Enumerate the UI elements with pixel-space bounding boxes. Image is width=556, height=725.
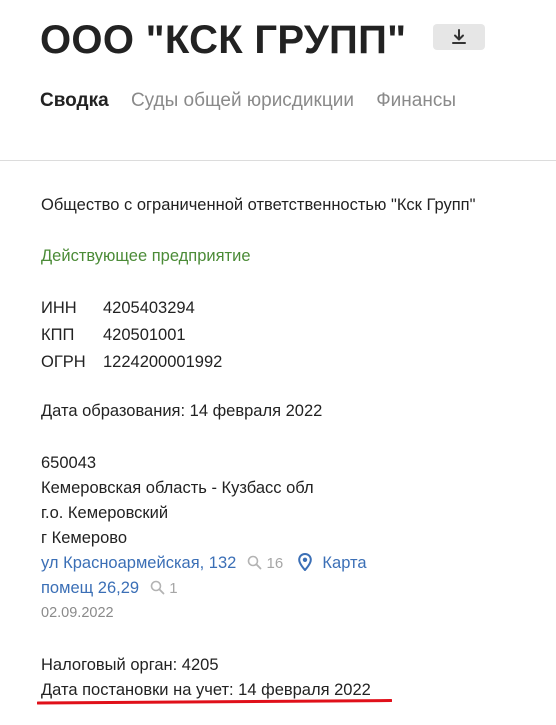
- street-search-count: 16: [266, 555, 284, 572]
- tab-summary[interactable]: Сводка: [40, 90, 109, 112]
- inn-label: ИНН: [41, 299, 77, 317]
- tab-general-courts[interactable]: Суды общей юрисдикции: [131, 90, 354, 112]
- street-link[interactable]: ул Красноармейская, 132: [41, 554, 236, 572]
- header: ООО "КСК ГРУПП": [40, 16, 540, 64]
- address-date: 02.09.2022: [41, 605, 114, 621]
- tabs-bar: Сводка Суды общей юрисдикции Финансы: [40, 90, 473, 112]
- company-title: ООО "КСК ГРУПП": [40, 18, 407, 62]
- map-pin-icon[interactable]: [298, 553, 312, 571]
- address-district: г.о. Кемеровский: [41, 504, 169, 522]
- inn-value: 4205403294: [103, 299, 195, 317]
- address-region: Кемеровская область - Кузбасс обл: [41, 479, 314, 497]
- company-full-name: Общество с ограниченной ответственностью…: [41, 196, 476, 214]
- kpp-row: КПП 420501001: [41, 322, 222, 349]
- room-link[interactable]: помещ 26,29: [41, 579, 139, 597]
- postal-code: 650043: [41, 454, 97, 472]
- tab-finance[interactable]: Финансы: [376, 90, 456, 112]
- map-link[interactable]: Карта: [322, 554, 366, 572]
- download-icon: [451, 29, 466, 44]
- room-search-count: 1: [169, 580, 178, 597]
- address-city: г Кемерово: [41, 529, 128, 547]
- tax-authority: Налоговый орган: 4205: [41, 656, 219, 674]
- kpp-label: КПП: [41, 326, 75, 344]
- company-status: Действующее предприятие: [41, 247, 251, 265]
- inn-row: ИНН 4205403294: [41, 295, 222, 322]
- founding-date: Дата образования: 14 февраля 2022: [41, 402, 323, 420]
- summary-content: Общество с ограниченной ответственностью…: [41, 190, 551, 703]
- download-button[interactable]: [432, 24, 485, 50]
- company-ids: ИНН 4205403294 КПП 420501001 ОГРН 122420…: [41, 295, 222, 376]
- address-room-row: помещ 26,29 1: [41, 576, 551, 601]
- divider: [0, 160, 556, 161]
- address-street-row: ул Красноармейская, 132 16 Карта: [41, 551, 551, 576]
- ogrn-value: 1224200001992: [103, 353, 223, 371]
- address-block: 650043 Кемеровская область - Кузбасс обл…: [41, 451, 551, 626]
- ogrn-label: ОГРН: [41, 353, 86, 371]
- search-icon[interactable]: [247, 555, 262, 570]
- search-icon[interactable]: [150, 580, 165, 595]
- highlight-underline: [37, 699, 392, 705]
- kpp-value: 420501001: [103, 326, 186, 344]
- ogrn-row: ОГРН 1224200001992: [41, 349, 222, 376]
